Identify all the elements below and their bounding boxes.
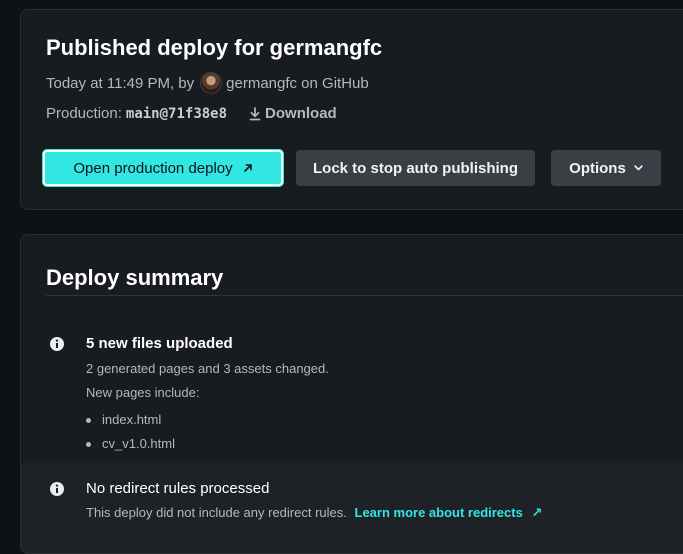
download-link[interactable]: Download [249,105,337,122]
info-circle-icon [49,481,65,497]
lock-auto-publishing-button[interactable]: Lock to stop auto publishing [296,150,535,186]
lock-auto-publishing-label: Lock to stop auto publishing [313,159,518,177]
divider [46,295,683,296]
options-label: Options [569,159,626,177]
arrow-up-right-icon [243,163,253,173]
production-ref[interactable]: main@71f38e8 [126,106,227,122]
chevron-down-icon [634,165,643,171]
summary-item-redirects: No redirect rules processed This deploy … [21,463,683,553]
production-row: Production: main@71f38e8 Download [46,105,337,122]
new-pages-list: index.html cv_v1.0.html [86,408,175,456]
download-icon [249,106,261,121]
avatar [200,72,223,94]
redirects-description: This deploy did not include any redirect… [86,505,347,520]
options-button[interactable]: Options [551,150,661,186]
info-circle-icon [49,336,65,352]
deploy-meta: Today at 11:49 PM, by germangfc on GitHu… [46,72,369,94]
list-item: cv_v1.0.html [86,432,175,456]
learn-more-redirects-link[interactable]: Learn more about redirects ↗ [355,505,543,520]
redirects-text: This deploy did not include any redirect… [86,505,542,521]
external-link-icon: ↗ [531,505,543,520]
page-name: cv_v1.0.html [102,436,175,451]
deploy-title: Published deploy for germangfc [46,35,383,60]
files-uploaded-heading: 5 new files uploaded [86,335,233,352]
deploy-summary-card: Deploy summary 5 new files uploaded 2 ge… [20,234,683,554]
page-name: index.html [102,412,162,427]
files-changed-text: 2 generated pages and 3 assets changed. [86,361,329,376]
redirects-heading: No redirect rules processed [86,480,270,497]
summary-title: Deploy summary [46,265,224,290]
deploy-time: Today at 11:49 PM, by [46,74,195,92]
open-production-deploy-button[interactable]: Open production deploy [43,150,283,186]
bullet-icon [86,441,91,447]
open-production-deploy-label: Open production deploy [73,159,233,177]
learn-more-label: Learn more about redirects [354,505,523,520]
bullet-icon [86,417,91,423]
list-item: index.html [86,408,175,432]
production-label: Production: [46,105,122,122]
new-pages-text: New pages include: [86,385,200,400]
deploy-author[interactable]: germangfc on GitHub [226,75,369,92]
deploy-card: Published deploy for germangfc Today at … [20,9,683,210]
summary-item-files: 5 new files uploaded 2 generated pages a… [21,320,683,460]
download-label: Download [265,105,337,122]
